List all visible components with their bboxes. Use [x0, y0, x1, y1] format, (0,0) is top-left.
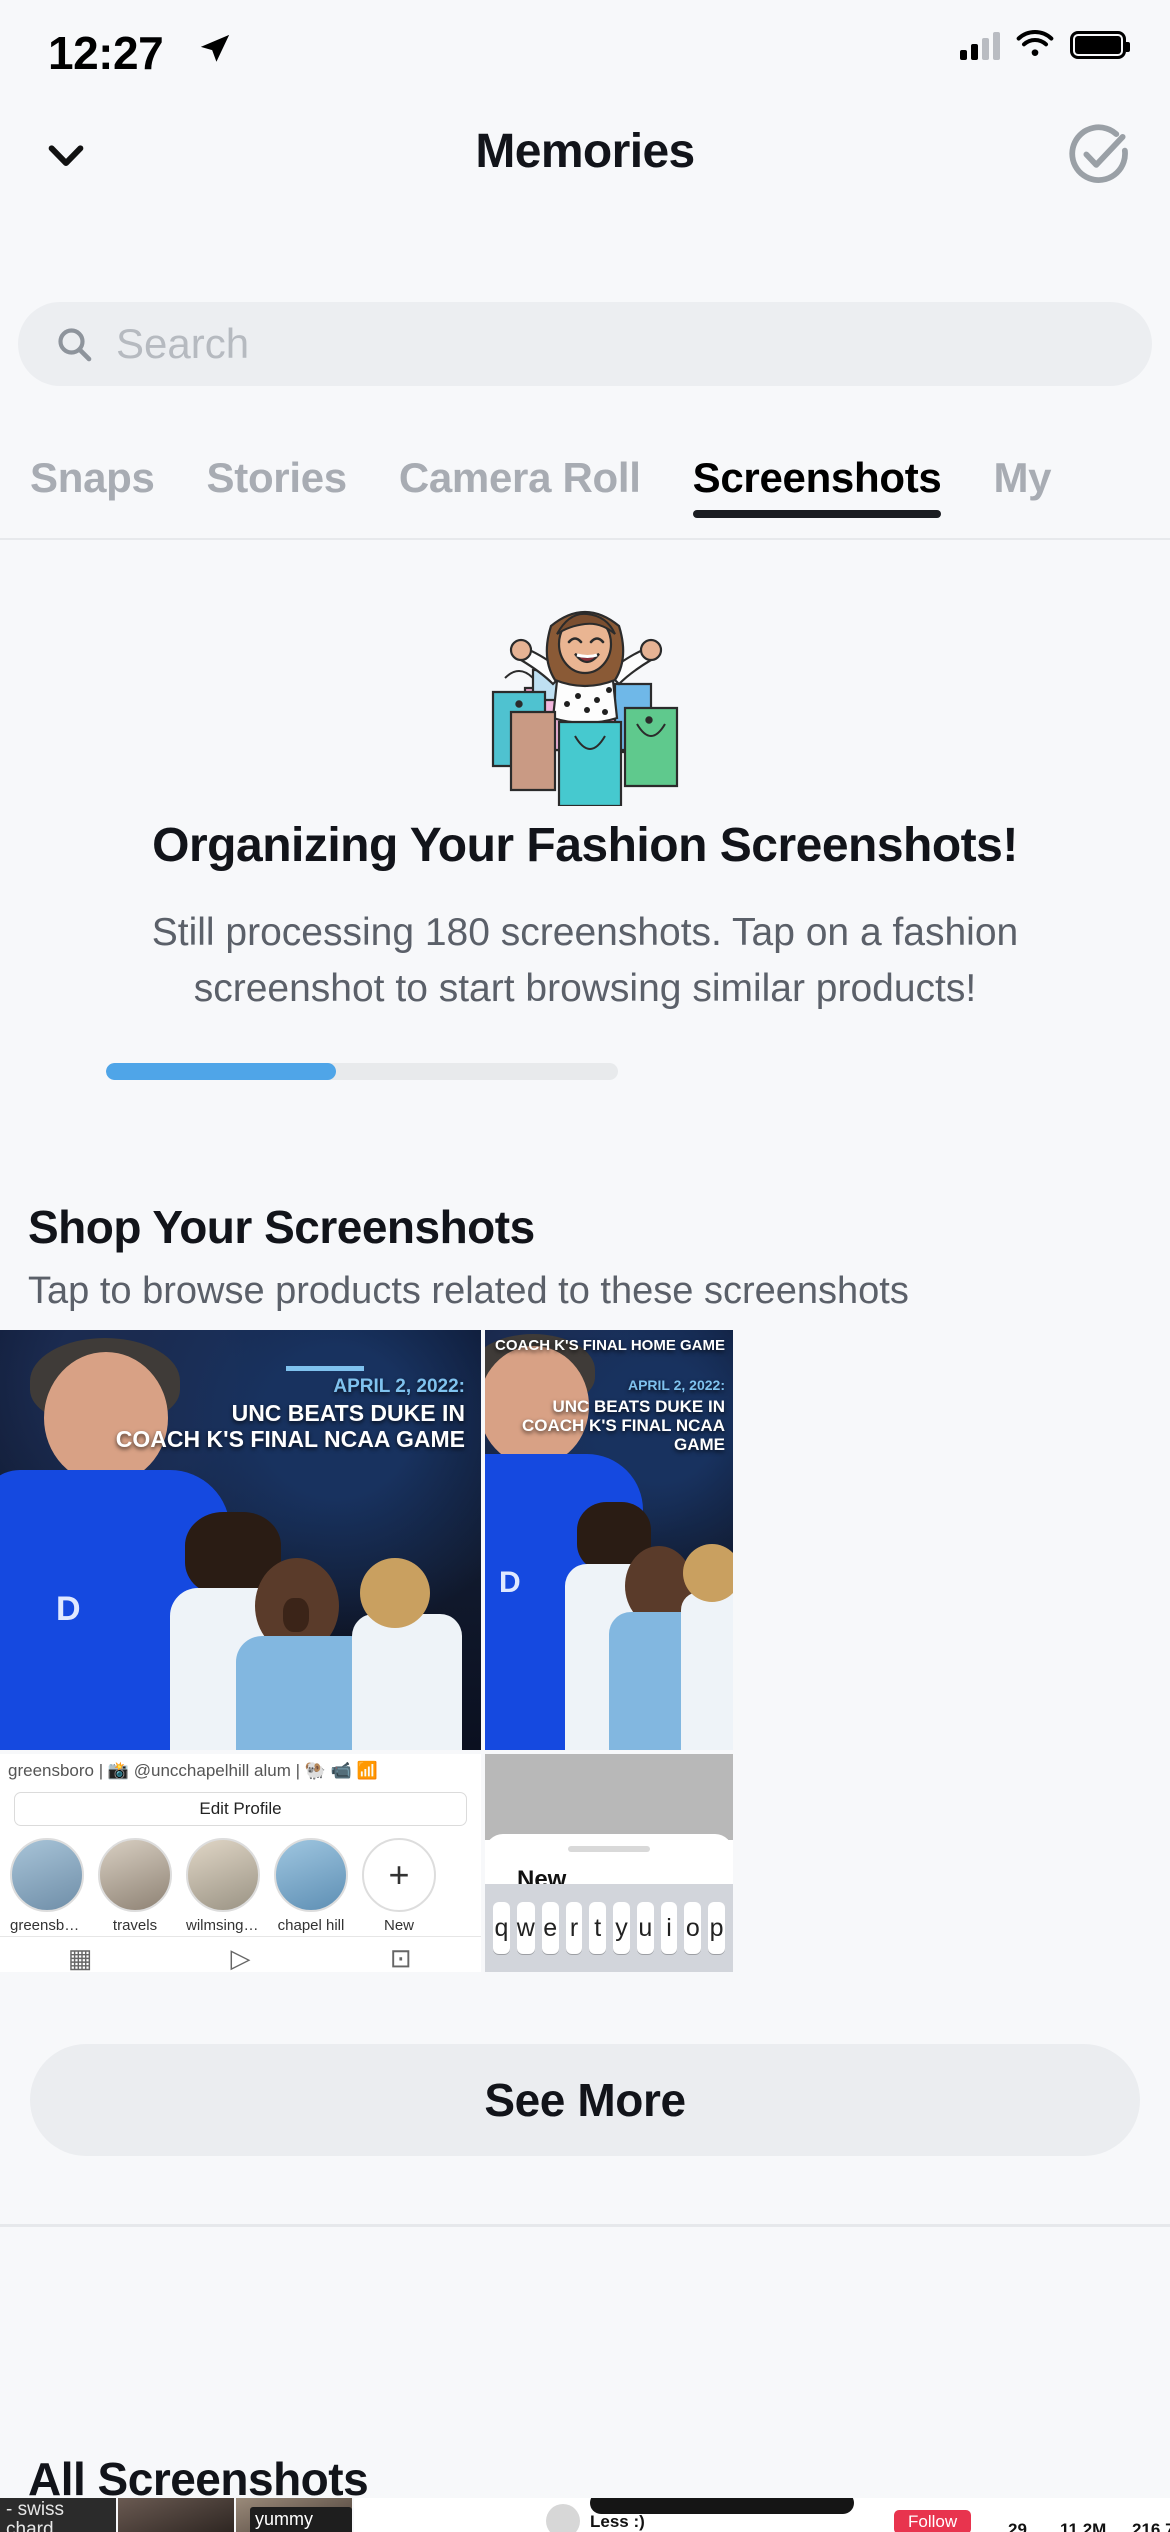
key-q[interactable]: q	[493, 1902, 510, 1954]
memories-screen: 12:27 Memories Search Snaps Stories Came…	[0, 0, 1170, 2532]
all-screenshots-grid: - swiss chard - cilantro yummy stuff: Le…	[0, 2498, 1170, 2532]
ig-add-highlight[interactable]: + New	[362, 1838, 436, 1934]
search-placeholder: Search	[116, 320, 250, 367]
key-w[interactable]: w	[516, 1902, 535, 1954]
thumbnail-unc-duke-2[interactable]: D COACH K'S FINAL HOME GAME APRIL 2, 202…	[485, 1330, 733, 1750]
key-y[interactable]: y	[613, 1902, 630, 1954]
key-u[interactable]: u	[636, 1902, 654, 1954]
ios-status-bar: 12:27	[0, 0, 1170, 110]
thumbnail-new-collection[interactable]: ‹ New Collection Save frogs qwertyuiop	[485, 1754, 733, 1972]
cellular-bars-icon	[960, 30, 1000, 60]
processing-progress-bar	[106, 1063, 618, 1080]
follow-button[interactable]: Follow	[894, 2510, 972, 2532]
intro-subtitle: Still processing 180 screenshots. Tap on…	[151, 911, 1019, 1010]
thumb1-caption-line1: UNC BEATS DUKE IN	[231, 1400, 465, 1427]
page-title: Memories	[475, 125, 695, 178]
thumbnail-instagram-profile[interactable]: greensboro | 📸 @uncchapelhill alum | 🐏 📹…	[0, 1754, 481, 1972]
key-p[interactable]: p	[708, 1902, 725, 1954]
ig-highlight[interactable]: wilmsington	[186, 1838, 260, 1934]
intro-title: Organizing Your Fashion Screenshots!	[152, 819, 1018, 872]
key-r[interactable]: r	[565, 1902, 583, 1954]
ig-tab-tagged-icon[interactable]: ⊡	[321, 1943, 481, 1972]
search-input[interactable]: Search	[18, 302, 1152, 386]
tab-snaps[interactable]: Snaps	[30, 432, 155, 502]
thumb1-caption-line2: COACH K'S FINAL NCAA GAME	[115, 1426, 465, 1453]
thumb2-caption-line1: UNC BEATS DUKE IN	[552, 1396, 725, 1416]
ig-edit-profile-button[interactable]: Edit Profile	[14, 1792, 467, 1826]
tab-camera-roll[interactable]: Camera Roll	[399, 432, 641, 502]
profile-bio-label: Less :)	[590, 2512, 645, 2531]
ig-tab-reels-icon[interactable]: ▷	[160, 1943, 320, 1972]
thumb2-caption-line2: COACH K'S FINAL NCAA GAME	[521, 1415, 725, 1454]
thumbnail-unc-duke-1[interactable]: D APRIL 2, 2022: UNC BEATS DUKE IN COACH…	[0, 1330, 481, 1750]
screen-header: Memories	[0, 110, 1170, 200]
status-bar-indicators	[960, 30, 1130, 60]
food-tag-label: yummy stuff:	[250, 2507, 352, 2532]
thumb2-caption-top: COACH K'S FINAL HOME GAME	[495, 1337, 725, 1354]
stat-count: 11.2M	[1060, 2520, 1107, 2532]
search-icon	[58, 328, 92, 362]
bitmoji-shopping-bags-illustration	[491, 610, 679, 806]
thumbnail-notes[interactable]: - swiss chard - cilantro	[0, 2498, 116, 2532]
tab-my-eyes-only[interactable]: My	[993, 432, 1051, 502]
check-circle-icon[interactable]	[1066, 122, 1132, 188]
ig-highlight[interactable]: travels	[98, 1838, 172, 1934]
stat-count: 216.7M	[1132, 2520, 1170, 2532]
section-divider	[0, 2224, 1170, 2227]
ig-highlight[interactable]: greensboro	[10, 1838, 84, 1934]
tab-stories[interactable]: Stories	[207, 432, 348, 502]
plus-icon: +	[362, 1838, 436, 1912]
key-o[interactable]: o	[684, 1902, 702, 1954]
ig-bio-line: greensboro | 📸 @uncchapelhill alum | 🐏 📹…	[0, 1754, 481, 1788]
key-t[interactable]: t	[589, 1902, 607, 1954]
thumbnail-profile[interactable]: Less :) Follow 29 11.2M 216.7M	[354, 2498, 1170, 2532]
battery-full-icon	[1070, 31, 1130, 59]
tab-screenshots[interactable]: Screenshots	[692, 432, 942, 518]
wifi-icon	[1016, 30, 1054, 56]
location-arrow-icon	[200, 34, 230, 62]
thumb1-caption-date: APRIL 2, 2022:	[333, 1376, 465, 1397]
ig-highlight[interactable]: chapel hill	[274, 1838, 348, 1934]
thumbnail-food[interactable]: yummy stuff:	[236, 2498, 352, 2532]
shop-section-title: Shop Your Screenshots	[28, 1201, 535, 1253]
shop-section-subtitle: Tap to browse products related to these …	[28, 1270, 909, 1312]
shop-screenshots-grid: D APRIL 2, 2022: UNC BEATS DUKE IN COACH…	[0, 1330, 1170, 1972]
avatar	[546, 2504, 580, 2532]
stat-count: 29	[1008, 2520, 1027, 2532]
processing-progress-fill	[106, 1063, 337, 1080]
key-e[interactable]: e	[541, 1902, 559, 1954]
thumbnail-portrait[interactable]	[118, 2498, 234, 2532]
on-screen-keyboard[interactable]: qwertyuiop	[485, 1884, 733, 1972]
key-i[interactable]: i	[660, 1902, 678, 1954]
ig-tab-grid-icon[interactable]: ▦	[0, 1943, 160, 1972]
nc-dimmed-backdrop	[485, 1754, 733, 1840]
memories-tabs: Snaps Stories Camera Roll Screenshots My	[0, 432, 1170, 540]
status-bar-time: 12:27	[48, 27, 164, 79]
thumb2-caption-date: APRIL 2, 2022:	[627, 1377, 725, 1393]
see-more-button[interactable]: See More	[30, 2044, 1140, 2156]
